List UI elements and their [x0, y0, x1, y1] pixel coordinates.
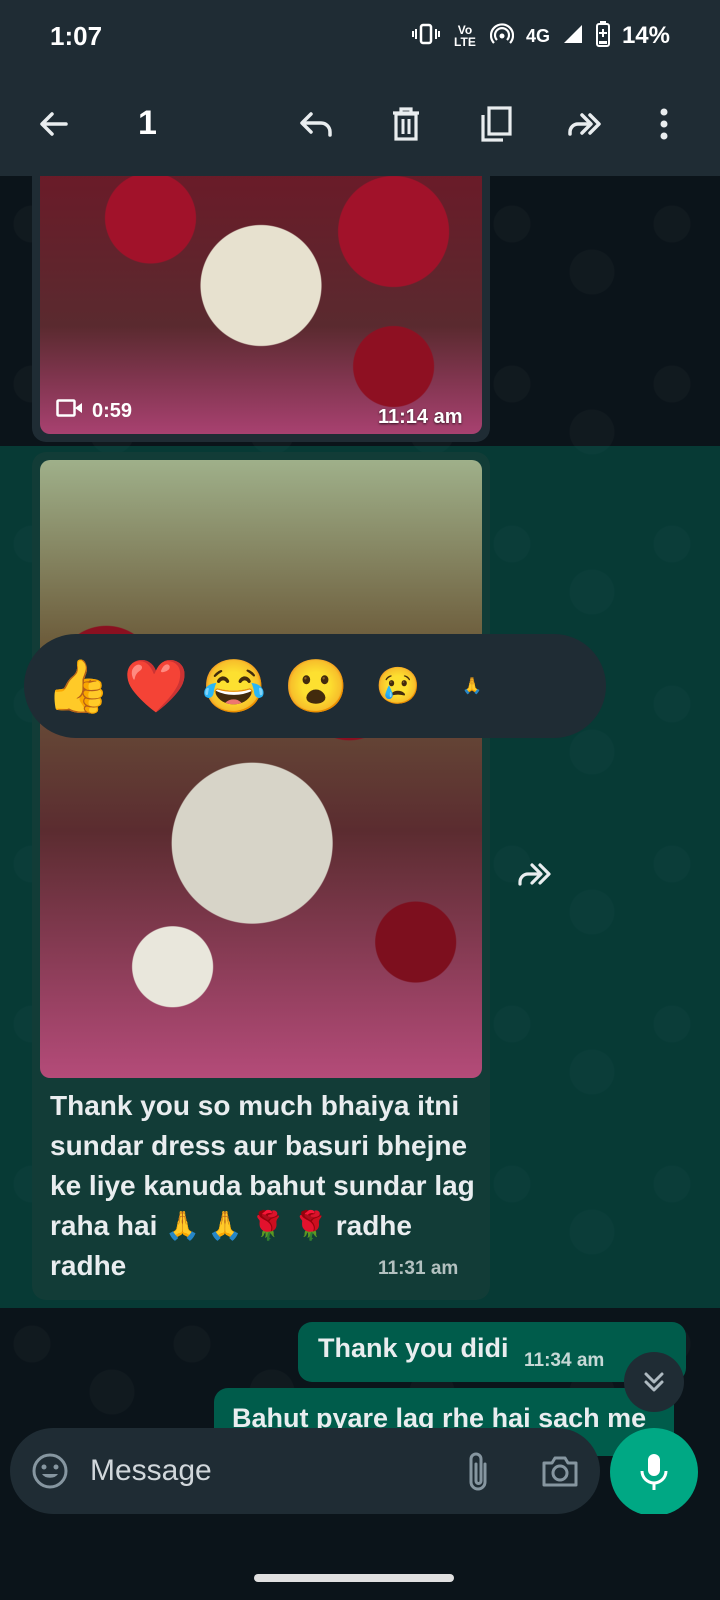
quick-forward-icon[interactable]: [514, 852, 558, 896]
hotspot-icon: [489, 22, 515, 51]
outgoing-message-text: Thank you didi: [318, 1333, 509, 1363]
system-navigation-bar: [0, 1514, 720, 1600]
delete-icon[interactable]: [382, 100, 430, 148]
reply-icon[interactable]: [292, 100, 340, 148]
network-label: 4G: [525, 25, 550, 46]
reaction-pray[interactable]: 🙏: [452, 654, 492, 718]
reaction-heart[interactable]: ❤️: [124, 654, 189, 718]
message-input[interactable]: [90, 1446, 450, 1496]
camera-icon[interactable]: [538, 1449, 582, 1493]
reaction-laugh[interactable]: 😂: [202, 654, 267, 718]
reaction-picker: 👍 ❤️ 😂 😮 😢 🙏: [24, 634, 606, 738]
selected-count: 1: [138, 104, 157, 142]
video-duration-text: 0:59: [92, 399, 133, 422]
home-gesture-handle[interactable]: [254, 1574, 454, 1582]
reaction-thumbs-up[interactable]: 👍: [46, 654, 111, 718]
selection-toolbar: 1: [0, 72, 720, 176]
outgoing-message-time: 11:34 am: [524, 1350, 605, 1371]
voice-message-button[interactable]: [610, 1428, 698, 1516]
reaction-sad[interactable]: 😢: [370, 654, 426, 718]
scroll-to-bottom-button[interactable]: [624, 1352, 684, 1412]
signal-icon: [562, 23, 584, 50]
status-time: 1:07: [50, 20, 103, 51]
photo-caption: Thank you so much bhaiya itni sundar dre…: [50, 1090, 475, 1281]
double-chevron-down-icon: [644, 1372, 664, 1392]
back-arrow-icon[interactable]: [30, 100, 78, 148]
video-duration: 0:59: [56, 398, 132, 424]
microphone-icon: [640, 1454, 668, 1490]
video-thumbnail[interactable]: [40, 176, 482, 434]
emoji-icon[interactable]: [28, 1449, 72, 1493]
reaction-surprised[interactable]: 😮: [284, 654, 349, 718]
status-bar: 1:07 Vo LTE 4G 14%: [0, 0, 720, 72]
video-message-time: 11:14 am: [378, 406, 463, 428]
photo-message-time: 11:31 am: [378, 1258, 459, 1279]
attach-icon[interactable]: [456, 1449, 500, 1493]
vibrate-icon: [411, 22, 440, 51]
message-composer: [10, 1428, 600, 1514]
chat-area[interactable]: 0:59 11:14 am Thank you so much bhaiya i…: [0, 176, 720, 1456]
volte-label: Vo LTE: [454, 23, 476, 49]
status-icons: Vo LTE 4G 14%: [411, 20, 670, 52]
more-options-icon[interactable]: [640, 100, 688, 148]
video-camera-icon: [56, 398, 84, 424]
copy-icon[interactable]: [472, 100, 520, 148]
battery-icon: [595, 20, 610, 52]
photo-thumbnail[interactable]: [40, 460, 482, 1078]
battery-percent: 14%: [621, 22, 670, 49]
forward-icon[interactable]: [562, 100, 610, 148]
